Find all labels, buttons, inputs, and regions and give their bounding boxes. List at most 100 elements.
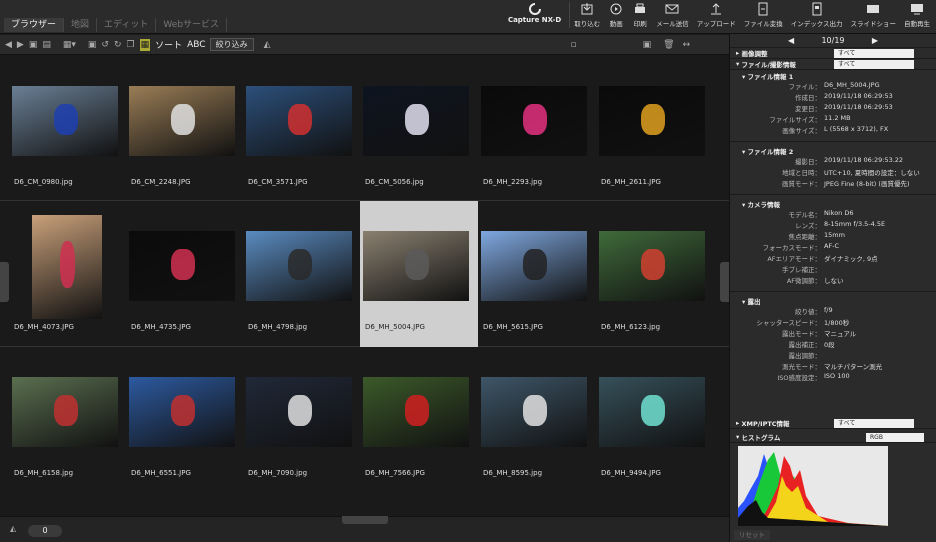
compare-icon[interactable]: ▦ (139, 38, 151, 51)
slideshow-button[interactable]: スライドショー (847, 2, 901, 28)
rotate-right-icon[interactable]: ↻ (114, 39, 122, 51)
tab-map[interactable]: 地図 (64, 18, 98, 32)
next-image-icon[interactable]: ▶ (872, 34, 878, 48)
info-value: 15mm (824, 231, 845, 239)
thumbnail-image[interactable] (12, 377, 118, 447)
tab-web-service[interactable]: Webサービス (156, 18, 228, 32)
thumbnail-image[interactable] (129, 377, 235, 447)
info-subsection-header[interactable]: ▾ ファイル情報 1 (730, 70, 936, 81)
thumbnail-image[interactable] (599, 231, 705, 301)
thumbnail-filename: D6_MH_4798.jpg (248, 323, 308, 331)
sort-mode-button[interactable]: ABC (187, 39, 205, 51)
filmstrip-toggle[interactable] (342, 516, 388, 524)
reset-button[interactable]: リセット (734, 530, 770, 540)
thumbnail-cell[interactable]: D6_MH_6551.JPG (126, 347, 244, 493)
trash-icon[interactable]: 🗑 (663, 39, 674, 51)
import-button[interactable]: 取り込む (570, 2, 604, 28)
thumbnail-cell[interactable]: D6_MH_5004.JPG (360, 201, 478, 347)
tab-edit[interactable]: エディット (97, 18, 157, 32)
thumbnail-image[interactable] (363, 86, 469, 156)
histogram-channel-dropdown[interactable]: RGB (866, 433, 924, 442)
file-info-dropdown[interactable]: すべて (834, 60, 914, 69)
copy-icon[interactable]: ❐ (127, 39, 135, 51)
filter-button[interactable]: 絞り込み (209, 38, 254, 51)
thumbnail-cell[interactable]: D6_MH_6158.jpg (9, 347, 127, 493)
thumbnail-cell[interactable]: D6_MH_2611.JPG (596, 56, 714, 202)
thumbnail-image[interactable] (599, 86, 705, 156)
mail-button[interactable]: メール送信 (652, 2, 693, 28)
thumbnail-image[interactable] (481, 231, 587, 301)
xmp-dropdown[interactable]: すべて (834, 419, 914, 428)
folder-icon[interactable]: ▣ (29, 39, 38, 51)
grid-view-icon[interactable]: ▦▾ (63, 39, 76, 51)
thumbnail-image[interactable] (599, 377, 705, 447)
thumbnail-cell[interactable]: D6_CM_2248.JPG (126, 56, 244, 202)
large-thumb-icon[interactable]: ▣ (643, 39, 652, 51)
info-value: f/9 (824, 306, 833, 314)
back-icon[interactable]: ◀ (5, 39, 12, 51)
thumbnail-cell[interactable]: D6_CM_0980.jpg (9, 56, 127, 202)
info-subsection-header[interactable]: ▾ カメラ情報 (730, 198, 936, 209)
file-info-body: ▾ ファイル情報 1 ファイル： D6_MH_5004.JPG 作成日： 2019/11… (730, 70, 936, 383)
thumbnail-image[interactable] (246, 377, 352, 447)
thumbnail-image[interactable] (129, 231, 235, 301)
thumbnail-image[interactable] (363, 231, 469, 301)
left-panel-toggle[interactable] (0, 262, 9, 302)
thumbnail-cell[interactable]: D6_MH_6123.jpg (596, 201, 714, 347)
thumbnail-cell[interactable]: D6_MH_4735.JPG (126, 201, 244, 347)
swap-icon[interactable]: ↔ (683, 39, 691, 51)
thumbnail-subject (405, 394, 429, 426)
prev-image-icon[interactable]: ◀ (788, 34, 794, 48)
histogram-section[interactable]: ▾ ヒストグラム RGB (730, 432, 936, 443)
info-key: フォーカスモード： (762, 244, 822, 252)
small-thumb-icon[interactable]: ▫ (571, 39, 577, 51)
folder-menu-icon[interactable]: ▤ (42, 39, 51, 51)
thumbnail-filename: D6_MH_4073.JPG (14, 323, 74, 331)
thumbnail-image[interactable] (363, 377, 469, 447)
thumbnail-subject (405, 248, 429, 280)
tab-browser[interactable]: ブラウザー (4, 18, 65, 32)
xmp-section[interactable]: ▸ XMP/IPTC情報 すべて (730, 418, 936, 429)
thumbnail-subject (641, 248, 665, 280)
thumbnail-cell[interactable]: D6_MH_2293.jpg (478, 56, 596, 202)
thumbnail-cell[interactable]: D6_MH_9494.JPG (596, 347, 714, 493)
thumbnail-cell[interactable]: D6_MH_4073.JPG (9, 201, 127, 347)
image-adjust-dropdown[interactable]: すべて (834, 49, 914, 58)
thumbnail-image[interactable] (129, 86, 235, 156)
thumbnail-cell[interactable]: D6_CM_3571.JPG (243, 56, 361, 202)
info-value: UTC+10, 夏時間の設定：しない (824, 169, 920, 177)
file-info-section[interactable]: ▾ ファイル/撮影情報 すべて (730, 59, 936, 70)
image-adjust-section[interactable]: ▸ 画像調整 すべて (730, 48, 936, 59)
thumbnail-image[interactable] (246, 86, 352, 156)
forward-icon[interactable]: ▶ (17, 39, 24, 51)
thumbnail-image[interactable] (12, 86, 118, 156)
capture-nxd-button[interactable]: Capture NX-D (500, 2, 571, 28)
upload-button[interactable]: アップロード (693, 2, 740, 28)
movie-button[interactable]: 動画 (604, 2, 628, 28)
selection-icon: ◭ (10, 524, 17, 533)
thumbnail-filename: D6_MH_7090.jpg (248, 469, 308, 477)
thumbnail-cell[interactable]: D6_MH_5615.JPG (478, 201, 596, 347)
thumbnail-cell[interactable]: D6_MH_7090.jpg (243, 347, 361, 493)
thumbnail-image[interactable] (481, 377, 587, 447)
thumbnail-image[interactable] (481, 86, 587, 156)
thumbnail-filename: D6_MH_7566.JPG (365, 469, 425, 477)
thumbnail-cell[interactable]: D6_MH_7566.JPG (360, 347, 478, 493)
thumbnail-cell[interactable]: D6_CM_5056.jpg (360, 56, 478, 202)
info-icon[interactable]: ▣ (88, 39, 97, 51)
file-convert-button[interactable]: ファイル変換 (740, 2, 787, 28)
thumbnail-cell[interactable]: D6_MH_4798.jpg (243, 201, 361, 347)
info-subsection-header[interactable]: ▾ 露出 (730, 295, 936, 306)
index-print-button[interactable]: インデックス出力 (787, 2, 847, 28)
thumbnail-image[interactable] (246, 231, 352, 301)
label-icon[interactable]: ◭ (264, 39, 271, 51)
thumbnail-image[interactable] (32, 215, 102, 319)
print-button[interactable]: 印刷 (628, 2, 652, 28)
thumbnail-cell[interactable]: D6_MH_8595.jpg (478, 347, 596, 493)
info-key: シャッタースピード： (756, 319, 821, 327)
info-panel: ◀ 10/19 ▶ ▸ 画像調整 すべて ▾ ファイル/撮影情報 すべて ▾ ファイ… (729, 34, 936, 542)
autoplay-button[interactable]: 自動再生 (900, 2, 934, 28)
right-panel-toggle[interactable] (720, 262, 729, 302)
info-subsection-header[interactable]: ▾ ファイル情報 2 (730, 145, 936, 156)
rotate-left-icon[interactable]: ↺ (101, 39, 109, 51)
